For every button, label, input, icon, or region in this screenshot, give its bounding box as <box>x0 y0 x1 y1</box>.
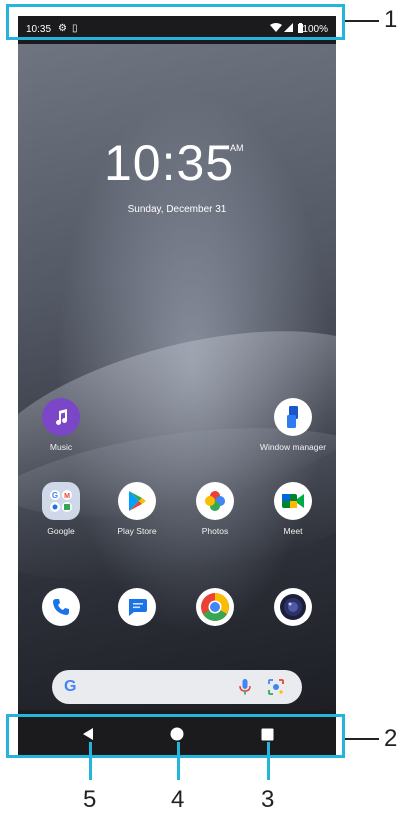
app-messages[interactable] <box>102 588 172 626</box>
app-phone[interactable] <box>26 588 96 626</box>
callout-leader-5 <box>89 742 92 780</box>
microphone-icon[interactable] <box>238 679 252 695</box>
google-lens-icon[interactable] <box>268 679 284 695</box>
app-label: Photos <box>201 526 229 536</box>
svg-text:G: G <box>52 491 58 500</box>
app-music[interactable]: Music <box>26 398 96 453</box>
callout-leader-3 <box>267 742 270 780</box>
play-store-icon <box>118 482 156 520</box>
callout-number-3: 3 <box>261 786 275 813</box>
app-camera[interactable] <box>258 588 328 626</box>
app-chrome[interactable] <box>180 588 250 626</box>
google-g-icon: G <box>64 678 77 695</box>
callout-leader-1 <box>345 20 379 22</box>
google-search-bar[interactable]: G <box>52 670 302 704</box>
photos-pinwheel-icon <box>196 482 234 520</box>
app-google-folder[interactable]: G M Google <box>26 482 96 537</box>
messages-bubble-icon <box>118 588 156 626</box>
meet-camera-icon <box>274 482 312 520</box>
phone-handset-icon <box>42 588 80 626</box>
camera-lens-icon <box>274 588 312 626</box>
chrome-icon <box>196 588 234 626</box>
app-window-manager[interactable]: Window manager <box>258 398 328 453</box>
clock-time[interactable]: 10:35 <box>104 138 234 188</box>
app-play-store[interactable]: Play Store <box>102 482 172 537</box>
navigation-bar-highlight <box>6 714 345 758</box>
app-label: Music <box>49 442 73 452</box>
app-label: Google <box>47 526 75 536</box>
clock-date[interactable]: Sunday, December 31 <box>18 204 336 215</box>
svg-text:M: M <box>64 493 70 500</box>
phone-screen: 10:35 ⚙ ▯ 100% 10:35 AM Sunday, December… <box>18 16 336 758</box>
app-label: Window manager <box>259 442 327 452</box>
app-label: Play Store <box>117 526 157 536</box>
callout-number-1: 1 <box>384 6 398 33</box>
app-label: Meet <box>283 526 303 536</box>
music-note-icon <box>42 398 80 436</box>
app-meet[interactable]: Meet <box>258 482 328 537</box>
callout-number-2: 2 <box>384 725 398 752</box>
google-folder-icon: G M <box>42 482 80 520</box>
status-bar-highlight <box>6 4 345 40</box>
callout-leader-4 <box>177 742 180 780</box>
callout-leader-2 <box>345 738 379 740</box>
clock-ampm: AM <box>230 143 244 153</box>
app-photos[interactable]: Photos <box>180 482 250 537</box>
window-manager-icon <box>274 398 312 436</box>
callout-number-4: 4 <box>171 786 185 813</box>
callout-number-5: 5 <box>83 786 97 813</box>
